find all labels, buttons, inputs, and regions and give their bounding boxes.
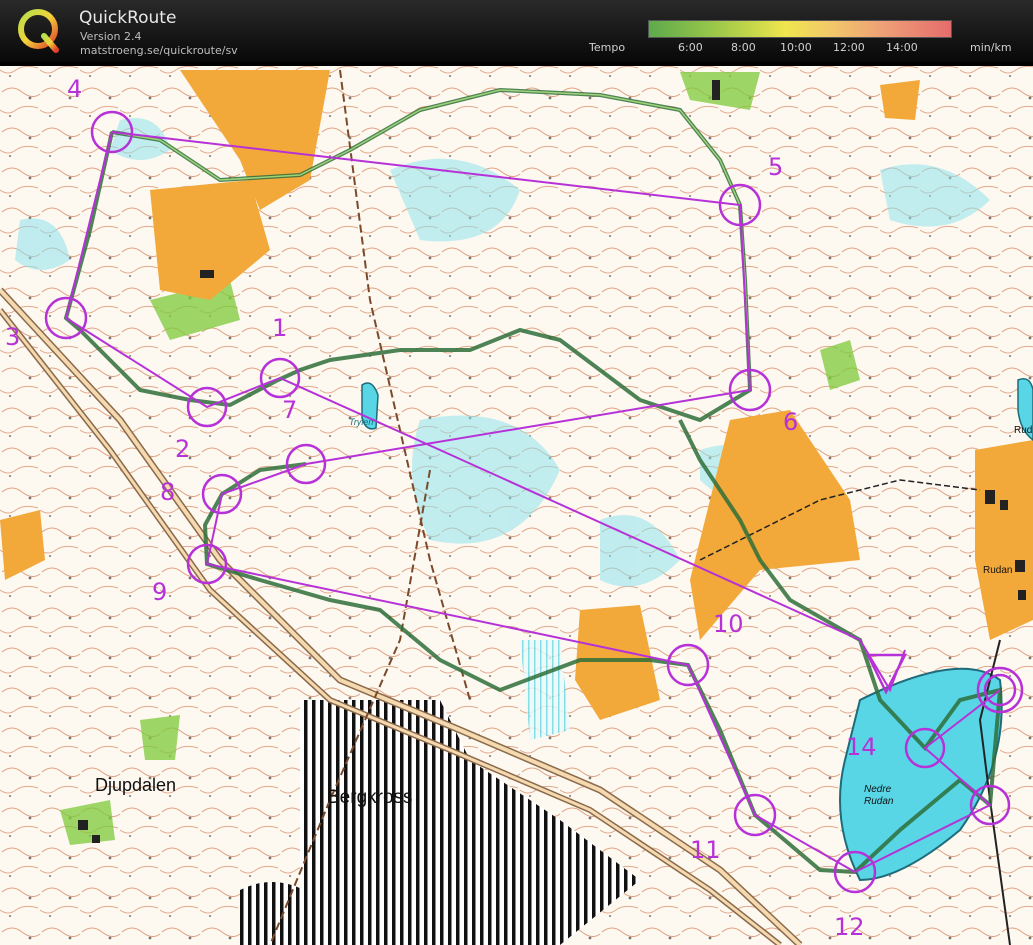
tempo-tick-4: 12:00: [833, 41, 865, 54]
control-label-7: 7: [282, 396, 297, 424]
control-label-3: 3: [5, 323, 20, 351]
control-label-2: 2: [175, 435, 190, 463]
control-label-5: 5: [768, 153, 783, 181]
tempo-tick-5: 14:00: [886, 41, 918, 54]
tempo-color-scale: [648, 20, 952, 38]
control-label-12: 12: [834, 913, 865, 941]
label-bergkross: Bergkross: [327, 787, 413, 808]
tempo-tick-2: 8:00: [731, 41, 756, 54]
orienteering-map[interactable]: 1 2 3 4 5 6 7 8 9 10 11 12 14 Djupdalen …: [0, 66, 1033, 945]
control-label-14: 14: [846, 733, 877, 761]
label-trylen: Trylen: [349, 417, 373, 427]
label-ruda-edge: Rud: [1014, 425, 1032, 436]
tempo-tick-1: 6:00: [678, 41, 703, 54]
app-url[interactable]: matstroeng.se/quickroute/sv: [80, 44, 238, 57]
control-label-4: 4: [67, 75, 82, 103]
app-header: QuickRoute Version 2.4 matstroeng.se/qui…: [0, 0, 1033, 62]
control-label-1: 1: [272, 314, 287, 342]
control-label-11: 11: [690, 836, 721, 864]
tempo-unit: min/km: [970, 41, 1012, 54]
label-rudan-lake: Rudan: [864, 796, 894, 807]
label-nedre: Nedre: [864, 784, 892, 795]
control-label-10: 10: [713, 610, 744, 638]
app-version: Version 2.4: [80, 30, 142, 43]
quickroute-logo-icon: [18, 9, 59, 53]
tempo-label: Tempo: [589, 41, 626, 54]
label-djupdalen: Djupdalen: [95, 775, 176, 795]
control-label-9: 9: [152, 578, 167, 606]
control-label-6: 6: [783, 408, 798, 436]
control-label-8: 8: [160, 478, 175, 506]
app-title: QuickRoute: [79, 8, 177, 28]
label-rudan-town: Rudan: [983, 565, 1012, 576]
tempo-tick-3: 10:00: [780, 41, 812, 54]
